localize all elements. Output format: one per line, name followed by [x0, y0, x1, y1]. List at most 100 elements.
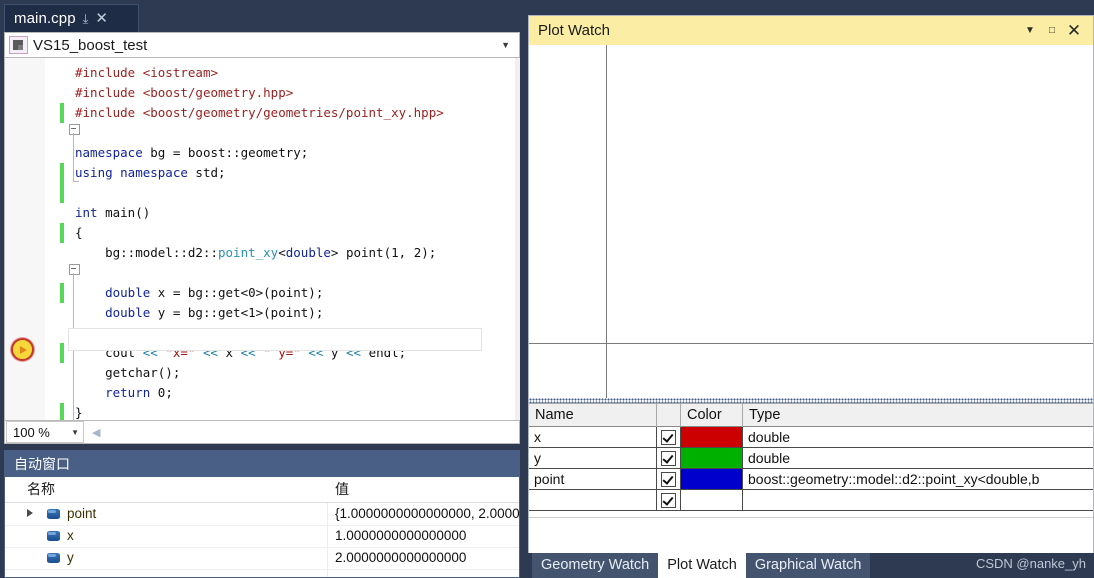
plot-variable-color-cell[interactable]: [681, 469, 743, 489]
plot-table-header[interactable]: Name Color Type: [529, 403, 1093, 427]
watermark-label: CSDN @nanke_yh: [975, 556, 1086, 571]
plot-column-color[interactable]: Color: [681, 404, 743, 427]
color-swatch[interactable]: [681, 469, 742, 489]
tab-graphical-watch[interactable]: Graphical Watch: [745, 553, 871, 578]
zoom-level-value: 100 %: [13, 424, 50, 440]
plot-variable-color-cell[interactable]: [681, 490, 743, 510]
variable-icon: [47, 553, 60, 563]
code-token: point_xy: [218, 245, 279, 260]
plot-variable-checkbox-cell[interactable]: [657, 448, 681, 468]
tab-label: main.cpp: [14, 10, 76, 27]
outline-collapse-box[interactable]: [69, 124, 80, 135]
table-row[interactable]: x double: [529, 427, 1093, 448]
autos-column-value[interactable]: 值: [335, 477, 349, 502]
pin-icon[interactable]: ⤓: [83, 12, 89, 25]
plot-variable-checkbox-cell[interactable]: [657, 427, 681, 447]
code-token: main(): [97, 205, 151, 220]
plot-variable-type[interactable]: boost::geometry::model::d2::point_xy<dou…: [743, 469, 1093, 489]
chevron-down-icon[interactable]: ▼: [71, 428, 79, 437]
autos-column-headers[interactable]: 名称 值: [5, 477, 519, 527]
color-swatch[interactable]: [681, 427, 742, 447]
chevron-down-icon[interactable]: ▼: [1019, 20, 1041, 42]
close-icon[interactable]: ✕: [1063, 20, 1085, 42]
table-row[interactable]: y 2.0000000000000000: [5, 547, 519, 570]
code-token: {: [75, 225, 83, 240]
plot-variable-name[interactable]: x: [529, 427, 657, 447]
checkbox-checked-icon[interactable]: [661, 471, 676, 487]
plot-variable-checkbox-cell[interactable]: [657, 490, 681, 510]
variable-value[interactable]: 1.0000000000000000: [335, 525, 466, 547]
plot-variable-color-cell[interactable]: [681, 448, 743, 468]
current-statement-highlight: [68, 328, 482, 351]
checkbox-checked-icon[interactable]: [661, 429, 676, 445]
code-line[interactable]: namespace bg = boost::geometry;: [75, 143, 308, 163]
code-token: #include: [75, 105, 143, 120]
zoom-level-combobox[interactable]: 100 % ▼: [6, 421, 84, 443]
plot-variable-checkbox-cell[interactable]: [657, 469, 681, 489]
color-swatch[interactable]: [681, 448, 742, 468]
checkbox-checked-icon[interactable]: [661, 492, 676, 508]
editor-glyph-margin[interactable]: [5, 58, 46, 420]
expand-triangle-icon[interactable]: [27, 509, 33, 517]
variable-value[interactable]: 2.0000000000000000: [335, 547, 466, 569]
code-line[interactable]: return 0;: [75, 383, 173, 403]
change-bar: [60, 343, 64, 363]
tab-geometry-watch[interactable]: Geometry Watch: [532, 553, 659, 578]
plot-variable-name[interactable]: y: [529, 448, 657, 468]
plot-canvas[interactable]: [529, 45, 1093, 398]
table-row[interactable]: [529, 490, 1093, 511]
plot-column-name[interactable]: Name: [529, 404, 657, 427]
variable-value[interactable]: {1.0000000000000000, 2.00000: [335, 503, 519, 525]
code-line[interactable]: #include <iostream>: [75, 63, 218, 83]
chevron-down-icon[interactable]: ▼: [501, 40, 515, 50]
table-row[interactable]: point boost::geometry::model::d2::point_x…: [529, 469, 1093, 490]
close-icon[interactable]: ✕: [95, 11, 108, 26]
code-line[interactable]: double x = bg::get<0>(point);: [75, 283, 323, 303]
code-line[interactable]: #include <boost/geometry.hpp>: [75, 83, 293, 103]
code-token: using namespace: [75, 165, 188, 180]
code-line[interactable]: int main(): [75, 203, 150, 223]
code-line[interactable]: }: [75, 403, 83, 420]
editor-vertical-scrollbar[interactable]: [515, 58, 520, 420]
project-icon: [9, 36, 28, 54]
code-line[interactable]: double y = bg::get<1>(point);: [75, 303, 323, 323]
code-token: }: [75, 405, 83, 420]
code-line[interactable]: #include <boost/geometry/geometries/poin…: [75, 103, 444, 123]
plot-watch-titlebar[interactable]: Plot Watch ▼ □ ✕: [529, 16, 1093, 45]
code-line[interactable]: bg::model::d2::point_xy<double> point(1,…: [75, 243, 436, 263]
variable-name[interactable]: x: [67, 525, 74, 547]
code-token: <boost/geometry.hpp>: [142, 85, 294, 100]
tab-main-cpp[interactable]: main.cpp ⤓ ✕: [4, 4, 139, 32]
scroll-left-arrow-icon[interactable]: ◀: [92, 426, 100, 439]
variable-name[interactable]: point: [67, 503, 96, 525]
plot-variable-name[interactable]: [529, 490, 657, 510]
code-surface[interactable]: #include <iostream> #include <boost/geome…: [45, 58, 519, 420]
code-line[interactable]: {: [75, 223, 83, 243]
table-row[interactable]: x 1.0000000000000000: [5, 525, 519, 548]
plot-variable-type[interactable]: double: [743, 448, 1093, 468]
current-statement-arrow-icon[interactable]: [11, 338, 34, 361]
plot-variable-type[interactable]: [743, 490, 1093, 510]
code-token: bg = boost::geometry;: [142, 145, 309, 160]
code-editor[interactable]: #include <iostream> #include <boost/geome…: [4, 58, 520, 420]
plot-variable-color-cell[interactable]: [681, 427, 743, 447]
change-bar: [60, 103, 64, 123]
checkbox-checked-icon[interactable]: [661, 450, 676, 466]
autos-column-name[interactable]: 名称: [27, 477, 55, 502]
table-row[interactable]: point {1.0000000000000000, 2.00000: [5, 503, 519, 526]
variable-icon: [47, 531, 60, 541]
editor-navigation-bar[interactable]: VS15_boost_test ▼: [4, 32, 520, 58]
code-line[interactable]: using namespace std;: [75, 163, 226, 183]
table-row[interactable]: y double: [529, 448, 1093, 469]
tab-plot-watch[interactable]: Plot Watch: [658, 553, 746, 578]
plot-variable-name[interactable]: point: [529, 469, 657, 489]
change-bar: [60, 223, 64, 243]
plot-column-check[interactable]: [657, 404, 681, 427]
plot-column-type[interactable]: Type: [743, 404, 1093, 427]
code-token: > point(1, 2);: [330, 245, 437, 260]
maximize-icon[interactable]: □: [1041, 20, 1063, 42]
code-line[interactable]: getchar();: [75, 363, 180, 383]
outline-collapse-box[interactable]: [69, 264, 80, 275]
plot-variable-type[interactable]: double: [743, 427, 1093, 447]
variable-name[interactable]: y: [67, 547, 74, 569]
